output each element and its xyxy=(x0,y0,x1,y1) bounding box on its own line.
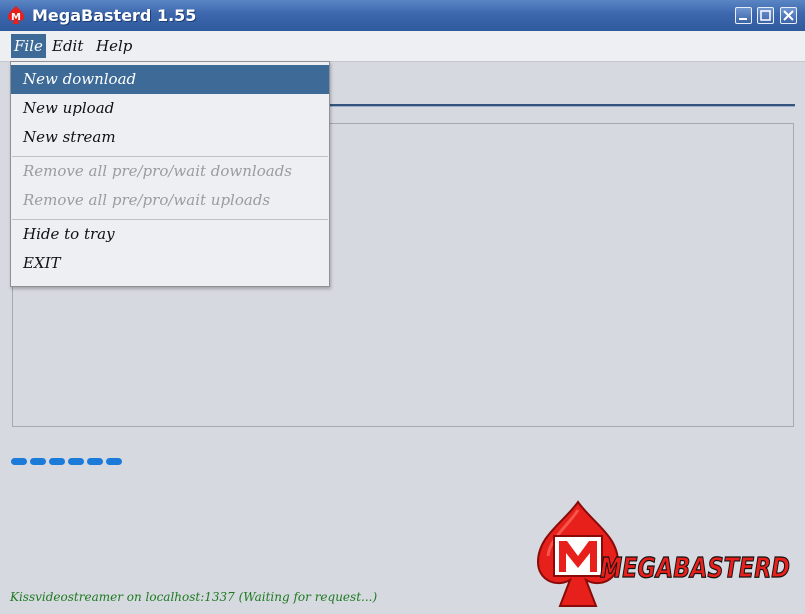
menu-bar: File Edit Help xyxy=(0,31,805,62)
menu-help[interactable]: Help xyxy=(93,34,135,58)
progress-dash xyxy=(87,458,103,465)
menu-item-new-download[interactable]: New download xyxy=(11,65,329,94)
close-icon xyxy=(783,10,794,21)
megabasterd-app-icon: M xyxy=(8,6,24,24)
minimize-button[interactable] xyxy=(735,7,752,24)
menu-item-remove-downloads: Remove all pre/pro/wait downloads xyxy=(23,162,292,180)
svg-text:M: M xyxy=(11,12,21,23)
menu-edit[interactable]: Edit xyxy=(49,34,86,58)
megabasterd-logo: MEGABASTERD xyxy=(536,500,791,607)
progress-dash xyxy=(49,458,65,465)
tab-strip-divider xyxy=(328,104,795,107)
progress-dash xyxy=(68,458,84,465)
menu-item-remove-uploads: Remove all pre/pro/wait uploads xyxy=(23,191,271,209)
window-title: MegaBasterd 1.55 xyxy=(32,6,197,25)
logo-wordmark: MEGABASTERD xyxy=(600,551,790,584)
progress-dash xyxy=(30,458,46,465)
status-text: Kissvideostreamer on localhost:1337 (Wai… xyxy=(10,590,378,604)
close-button[interactable] xyxy=(780,7,797,24)
title-bar[interactable]: M MegaBasterd 1.55 xyxy=(0,0,805,32)
maximize-button[interactable] xyxy=(757,7,774,24)
menu-item-new-upload[interactable]: New upload xyxy=(11,94,329,123)
file-menu-dropdown: New download New upload New stream Remov… xyxy=(10,61,330,287)
menu-item-new-stream[interactable]: New stream xyxy=(11,123,329,152)
minimize-icon xyxy=(739,18,747,20)
menu-file[interactable]: File xyxy=(11,34,46,58)
progress-dash xyxy=(106,458,122,465)
maximize-icon xyxy=(760,10,771,21)
busy-progress-indicator xyxy=(11,458,126,466)
menu-item-exit[interactable]: EXIT xyxy=(11,249,329,278)
menu-item-hide-to-tray[interactable]: Hide to tray xyxy=(11,220,329,249)
progress-dash xyxy=(11,458,27,465)
